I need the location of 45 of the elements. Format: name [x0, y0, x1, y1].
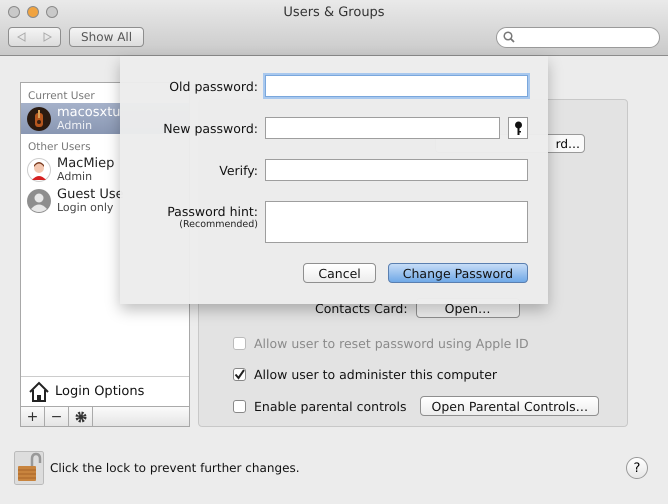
house-icon	[28, 380, 50, 402]
password-field[interactable]	[265, 117, 500, 139]
checkbox-label: Enable parental controls	[254, 398, 406, 414]
checkbox-label: Allow user to reset password using Apple ID	[254, 336, 529, 351]
cancel-button[interactable]: Cancel	[303, 263, 376, 283]
user-role: Login only	[57, 200, 114, 214]
add-button[interactable]: +	[21, 407, 45, 426]
field-label: Password hint:	[167, 204, 258, 219]
password-field[interactable]	[265, 75, 528, 97]
user-name: MacMiep	[57, 156, 114, 170]
user-name: Guest Use	[57, 188, 124, 200]
back-forward-buttons[interactable]	[8, 27, 61, 47]
checkbox[interactable]	[233, 400, 246, 412]
gear-icon	[74, 410, 88, 424]
search-icon	[503, 31, 515, 43]
user-role: Admin	[57, 118, 94, 132]
login-options-label: Login Options	[55, 384, 144, 399]
minimize-button[interactable]	[27, 6, 39, 18]
user-silhouette-icon	[27, 188, 51, 212]
search-field[interactable]	[496, 26, 660, 48]
lock-status-text: Click the lock to prevent further changes.	[50, 461, 300, 475]
help-button[interactable]: ?	[626, 457, 648, 479]
checkbox[interactable]	[233, 368, 246, 381]
avatar-icon	[27, 158, 51, 182]
user-role: Admin	[57, 170, 92, 182]
contacts-card-label: Contacts Card:	[315, 300, 408, 316]
section-heading: Current User	[28, 90, 95, 102]
window-title: Users & Groups	[283, 4, 385, 20]
password-hint-field[interactable]	[265, 201, 528, 243]
password-field[interactable]	[265, 159, 528, 181]
show-all-button[interactable]: Show All	[69, 27, 144, 47]
password-assistant-button[interactable]	[508, 117, 528, 139]
zoom-button[interactable]	[46, 6, 58, 18]
open-parental-controls-button[interactable]: Open Parental Controls…	[420, 396, 600, 416]
key-icon	[514, 120, 522, 136]
checkbox-label: Allow user to administer this computer	[254, 367, 498, 382]
remove-button[interactable]: −	[45, 407, 69, 426]
section-heading: Other Users	[28, 141, 91, 153]
field-note: (Recommended)	[179, 219, 258, 230]
open-lock-icon[interactable]	[14, 451, 44, 485]
field-label: Old password:	[169, 78, 258, 94]
change-password-confirm-button[interactable]: Change Password	[388, 263, 528, 283]
field-label: Verify:	[219, 162, 258, 178]
user-name: macosxtu	[57, 106, 121, 118]
close-button[interactable]	[8, 6, 20, 18]
